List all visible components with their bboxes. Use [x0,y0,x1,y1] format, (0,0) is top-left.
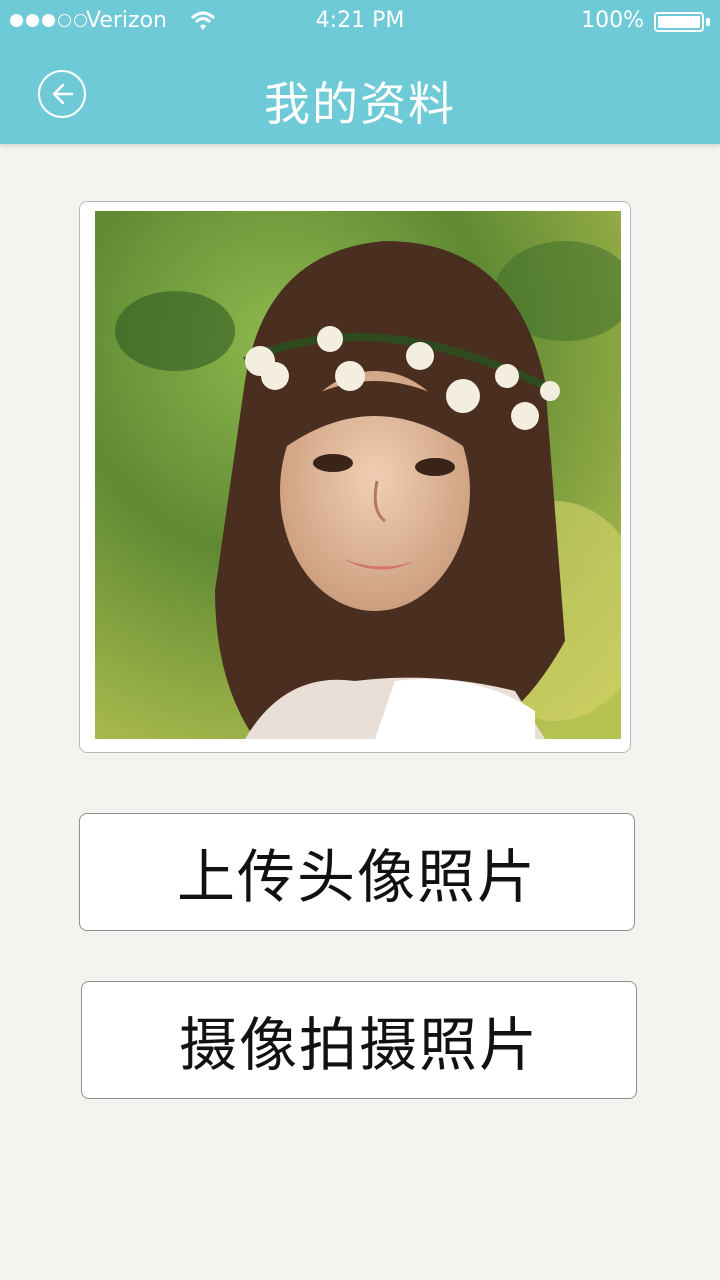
battery-percentage: 100% [581,8,644,33]
profile-page: Verizon 4:21 PM 100% 我的资料 上传头像照片 摄像拍摄照片 [0,0,720,1280]
avatar-photo [95,211,621,739]
header-bar: Verizon 4:21 PM 100% 我的资料 [0,0,720,144]
avatar-card [79,201,631,753]
take-photo-button[interactable]: 摄像拍摄照片 [81,981,637,1099]
upload-avatar-button[interactable]: 上传头像照片 [79,813,635,931]
battery-tip [706,18,710,26]
status-bar: Verizon 4:21 PM 100% [0,0,720,42]
battery-icon [654,12,704,32]
page-title: 我的资料 [264,77,456,131]
